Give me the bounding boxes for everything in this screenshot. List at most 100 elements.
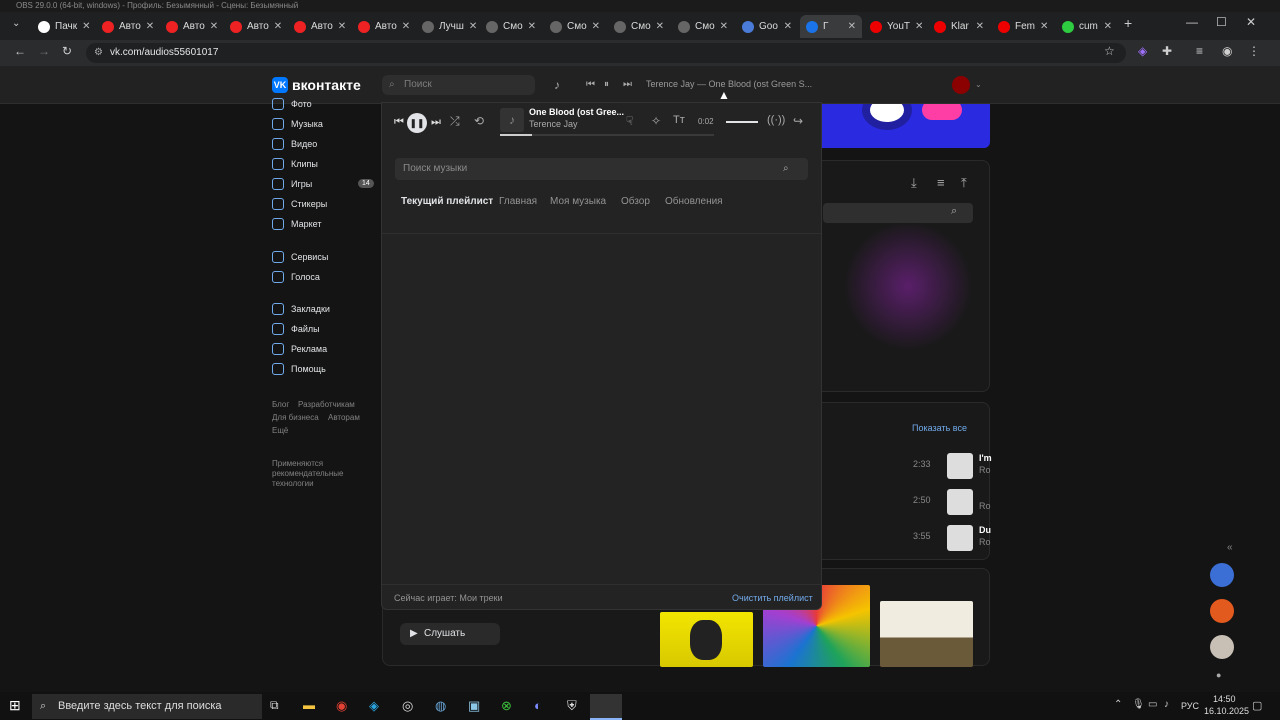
track-artist[interactable]: Ro [979, 501, 991, 511]
media-control-icon[interactable]: ≡ [1196, 44, 1203, 58]
track-title[interactable]: I'm [979, 453, 992, 463]
header-next-icon[interactable]: ⏭ [623, 79, 632, 90]
xbox-icon[interactable]: ⊗ [501, 698, 512, 714]
music-tab[interactable]: Обновления [665, 196, 723, 207]
sidebar-item[interactable]: Клипы [272, 158, 318, 170]
vk-logo[interactable]: VK вконтакте [272, 77, 361, 93]
tab-close-icon[interactable]: ✕ [1104, 21, 1112, 32]
sidebar-item[interactable]: Стикеры [272, 198, 327, 210]
playlist-cover-1[interactable] [660, 612, 753, 667]
browser-tab[interactable]: Смо ✕ [544, 15, 606, 38]
tab-close-icon[interactable]: ✕ [784, 21, 792, 32]
music-tab[interactable]: Текущий плейлист [401, 196, 493, 207]
listen-button[interactable]: ▶ Слушать [400, 623, 500, 645]
task-view-icon[interactable]: ⧉ [270, 698, 279, 713]
site-info-icon[interactable]: ⚙ [94, 43, 103, 63]
track-title[interactable]: One Blood (ost Gree... [529, 107, 624, 117]
repeat-icon[interactable]: ⟲ [474, 114, 484, 128]
progress-bar[interactable] [500, 134, 714, 136]
music-tab[interactable]: Обзор [621, 196, 650, 207]
browser-tab[interactable]: Klar ✕ [928, 15, 990, 38]
sidebar-item[interactable]: Фото [272, 98, 312, 110]
back-icon[interactable]: ← [14, 44, 26, 58]
profile-avatar-icon[interactable]: ◉ [1222, 44, 1232, 58]
user-avatar[interactable] [952, 76, 970, 94]
broadcast-icon[interactable]: ((·)) [767, 114, 785, 126]
track-cover[interactable] [947, 489, 973, 515]
browser-tab[interactable]: Авто ✕ [160, 15, 222, 38]
footer-link[interactable]: Ещё [272, 426, 288, 435]
security-icon[interactable]: ⛨ [567, 698, 577, 714]
footer-link[interactable]: Авторам [328, 413, 360, 422]
tab-close-icon[interactable]: ✕ [976, 21, 984, 32]
sidebar-item[interactable]: Файлы [272, 323, 320, 335]
browser-tab[interactable]: Смо ✕ [480, 15, 542, 38]
share-icon[interactable]: ↪ [793, 114, 803, 128]
playlist-cover-3[interactable] [880, 601, 973, 667]
tab-close-icon[interactable]: ✕ [82, 21, 90, 32]
download-icon[interactable]: ⤓ [911, 175, 917, 191]
windows-start-icon[interactable]: ⊞ [9, 697, 21, 714]
dislike-icon[interactable]: ☟ [626, 114, 633, 128]
tab-close-icon[interactable]: ✕ [274, 21, 282, 32]
obs-icon[interactable]: ◎ [402, 698, 413, 714]
footer-link[interactable]: Блог [272, 400, 289, 409]
browser-tab[interactable]: Смо ✕ [608, 15, 670, 38]
notifications-bell-icon[interactable]: ♪ [554, 78, 560, 92]
sidebar-item[interactable]: Помощь [272, 363, 326, 375]
volume-icon[interactable]: ♪ [1164, 699, 1169, 710]
floating-avatar-2[interactable] [1210, 599, 1234, 623]
user-menu-chevron-icon[interactable]: ⌄ [975, 80, 982, 89]
pause-button[interactable]: ❚❚ [407, 113, 427, 133]
footer-link[interactable]: Разработчикам [298, 400, 355, 409]
upload-icon[interactable]: ⤒ [961, 175, 967, 191]
sidebar-item[interactable]: Видео [272, 138, 317, 150]
sidebar-item[interactable]: Закладки [272, 303, 330, 315]
recommend-note[interactable]: Применяются рекомендательные технологии [272, 459, 362, 489]
telegram-icon[interactable]: ◈ [369, 698, 379, 714]
browser-tab[interactable]: Fem ✕ [992, 15, 1054, 38]
extensions-puzzle-icon[interactable]: ✚ [1162, 44, 1172, 58]
lyrics-icon[interactable]: Tт [673, 114, 685, 126]
chrome-icon[interactable]: ◉ [336, 698, 347, 714]
tab-close-icon[interactable]: ✕ [146, 21, 154, 32]
chat-bubble-icon[interactable]: ● [1216, 670, 1221, 680]
browser-tab[interactable]: Авто ✕ [96, 15, 158, 38]
browser-tab[interactable]: Г ✕ [800, 15, 862, 38]
header-pause-icon[interactable]: ⏸ [604, 79, 609, 90]
browser-tab[interactable]: cum ✕ [1056, 15, 1118, 38]
close-window-button[interactable]: ✕ [1246, 15, 1256, 29]
browser-tab[interactable]: YouT ✕ [864, 15, 926, 38]
tab-close-icon[interactable]: ✕ [210, 21, 218, 32]
shuffle-icon[interactable]: ⤮ [450, 114, 460, 129]
microphone-icon[interactable]: 🎙 [1132, 699, 1145, 710]
discord-icon[interactable]: ◐ [534, 698, 542, 713]
queue-icon[interactable]: ≡ [937, 175, 945, 190]
sidebar-item[interactable]: Музыка [272, 118, 323, 130]
show-all-link[interactable]: Показать все [912, 423, 967, 433]
track-cover[interactable] [947, 525, 973, 551]
tab-close-icon[interactable]: ✕ [1040, 21, 1048, 32]
app-icon[interactable]: ▣ [468, 698, 480, 714]
music-tab[interactable]: Главная [499, 196, 537, 207]
file-explorer-icon[interactable]: ▬ [303, 698, 315, 712]
browser-tab[interactable]: Лучш ✕ [416, 15, 478, 38]
browser-tab[interactable]: Авто ✕ [288, 15, 350, 38]
vk-search-input[interactable]: ⌕ Поиск [382, 75, 535, 95]
browser-tab[interactable]: Пачк ✕ [32, 15, 94, 38]
browser-menu-icon[interactable]: ⋮ [1248, 44, 1260, 58]
browser-tab[interactable]: Авто ✕ [352, 15, 414, 38]
active-chrome-taskbar-item[interactable] [590, 694, 622, 720]
network-icon[interactable]: ▭ [1148, 699, 1157, 710]
tray-chevron-icon[interactable]: ⌃ [1114, 699, 1122, 710]
steam-icon[interactable]: ◍ [435, 698, 446, 714]
track-title[interactable]: Du [979, 525, 991, 535]
new-tab-button[interactable]: + [1124, 15, 1132, 31]
music-search-icon[interactable]: ⌕ [783, 158, 789, 180]
sidebar-item[interactable]: Маркет [272, 218, 321, 230]
tab-close-icon[interactable]: ✕ [338, 21, 346, 32]
track-cover[interactable] [947, 453, 973, 479]
music-search-input[interactable]: Поиск музыки ⌕ [395, 158, 808, 180]
tab-close-icon[interactable]: ✕ [592, 21, 600, 32]
bookmark-star-icon[interactable]: ☆ [1104, 44, 1115, 58]
